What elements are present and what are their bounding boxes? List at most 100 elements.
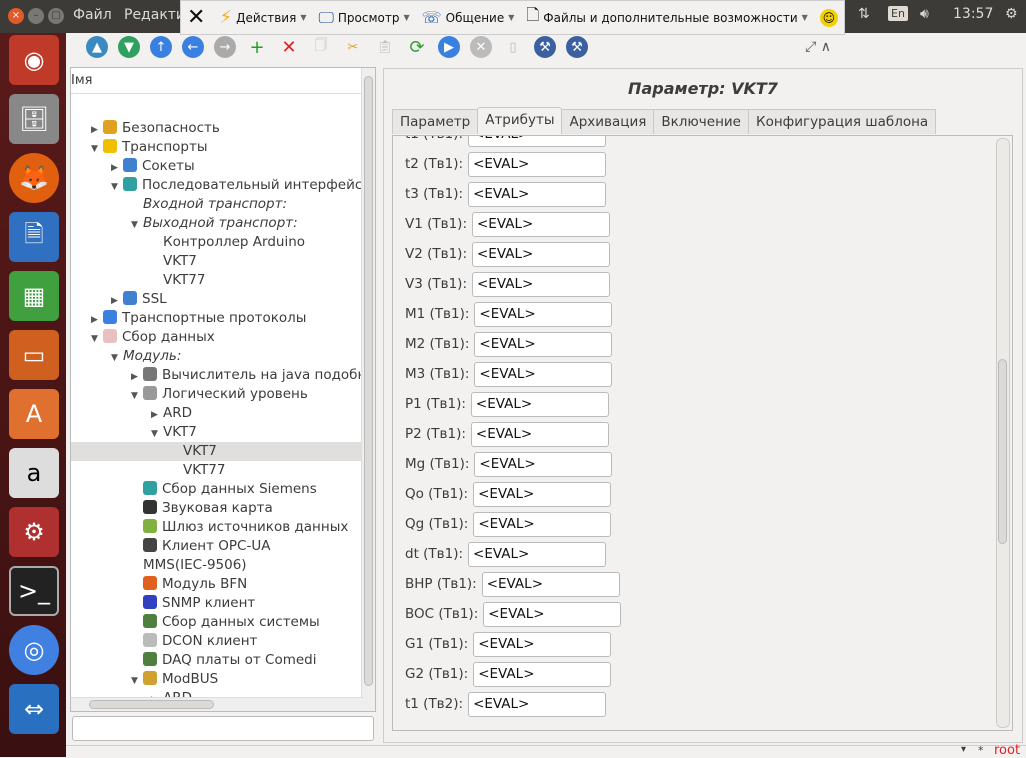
tree-item[interactable]: ▶ SSL	[71, 290, 361, 309]
forward-icon[interactable]: →	[214, 36, 236, 58]
clock[interactable]: 13:57	[953, 6, 993, 22]
tree-item[interactable]: VKT77	[71, 461, 361, 480]
form-vertical-scrollbar[interactable]	[996, 138, 1010, 728]
tree-item[interactable]: VKT7	[71, 442, 361, 461]
delete-item-icon[interactable]: ✕	[278, 36, 300, 58]
firefox-icon[interactable]: 🦊	[9, 153, 59, 203]
add-item-icon[interactable]: +	[246, 36, 268, 58]
tree-item[interactable]: Контроллер Arduino	[71, 233, 361, 252]
attribute-input[interactable]: <EVAL>	[468, 691, 607, 717]
attribute-input[interactable]: <EVAL>	[472, 271, 610, 297]
tab-1[interactable]: Атрибуты	[477, 107, 563, 134]
tree-item[interactable]: DAQ платы от Comedi	[71, 651, 361, 670]
tree-item[interactable]: ▼ ModBUS	[71, 670, 361, 689]
tab-3[interactable]: Включение	[653, 109, 749, 134]
calc-icon[interactable]: ▦	[9, 271, 59, 321]
tab-2[interactable]: Архивация	[561, 109, 655, 134]
info-icon[interactable]: ▯	[502, 36, 524, 58]
terminal-icon[interactable]: >_	[9, 566, 59, 616]
tree-item[interactable]: Клиент OPC-UA	[71, 537, 361, 556]
collapse-icon[interactable]: ⤢ ∧	[805, 39, 831, 55]
back-icon[interactable]: ←	[182, 36, 204, 58]
tab-4[interactable]: Конфигурация шаблона	[747, 109, 937, 134]
tree-item[interactable]: ▼ Логический уровень	[71, 385, 361, 404]
tree-item[interactable]: ▼ Транспорты	[71, 138, 361, 157]
attribute-input[interactable]: <EVAL>	[474, 331, 613, 357]
tool1-icon[interactable]: ⚒	[534, 36, 556, 58]
tree-item[interactable]: SNMP клиент	[71, 594, 361, 613]
db-load-icon[interactable]: ▲	[86, 36, 108, 58]
status-dropdown[interactable]: ▾	[961, 744, 966, 755]
attribute-input[interactable]: <EVAL>	[468, 151, 607, 177]
tree-item[interactable]: ▶ Сокеты	[71, 157, 361, 176]
attribute-input[interactable]: <EVAL>	[473, 661, 612, 687]
attribute-input[interactable]: <EVAL>	[472, 241, 610, 267]
copy-icon[interactable]: 🗍	[310, 36, 332, 58]
attribute-input[interactable]: <EVAL>	[473, 511, 612, 537]
paste-icon[interactable]: 📋︎	[374, 36, 396, 58]
volume-icon[interactable]: 🔊︎	[920, 6, 929, 22]
tree-item[interactable]: ▼ Модуль:	[71, 347, 361, 366]
attribute-input[interactable]: <EVAL>	[468, 541, 607, 567]
tree-item[interactable]: ▶ARD	[71, 404, 361, 423]
tree-item[interactable]: VKT77	[71, 271, 361, 290]
tree-item[interactable]: Входной транспорт:	[71, 195, 361, 214]
writer-icon[interactable]: 🗎	[9, 212, 59, 262]
cut-icon[interactable]: ✂	[342, 36, 364, 58]
files-menu[interactable]: 🗋 Файлы и дополнительные возможности ▼	[526, 4, 807, 31]
attribute-input[interactable]: <EVAL>	[473, 481, 612, 507]
settings-icon[interactable]: ⚙	[9, 507, 59, 557]
impress-icon[interactable]: ▭	[9, 330, 59, 380]
teamviewer-icon[interactable]: ⇔	[9, 684, 59, 734]
minimize-button[interactable]: –	[28, 8, 44, 24]
communication-menu[interactable]: ☏ Общение ▼	[422, 8, 515, 27]
tree-item[interactable]: ▼ Выходной транспорт:	[71, 214, 361, 233]
attribute-input[interactable]: <EVAL>	[474, 301, 613, 327]
attribute-input[interactable]: <EVAL>	[483, 601, 622, 627]
tree-item[interactable]: VKT7	[71, 252, 361, 271]
tree-filter-input[interactable]	[72, 716, 374, 741]
close-window-button[interactable]: ×	[8, 8, 24, 24]
network-icon[interactable]: ⇅	[858, 6, 870, 22]
tree-item[interactable]: Шлюз источников данных	[71, 518, 361, 537]
ubuntu-icon[interactable]: ◉	[9, 35, 59, 85]
tree-item[interactable]: Модуль BFN	[71, 575, 361, 594]
start-icon[interactable]: ▶	[438, 36, 460, 58]
software-center-icon[interactable]: A	[9, 389, 59, 439]
tree-item[interactable]: Сбор данных системы	[71, 613, 361, 632]
tree-header[interactable]: Імя	[71, 68, 375, 94]
tree-item[interactable]: ▶ Безопасность	[71, 119, 361, 138]
smiley-icon[interactable]: ☺	[819, 8, 838, 27]
close-icon[interactable]: ✕	[187, 5, 205, 30]
tree-item[interactable]: ▼ Последовательный интерфейс	[71, 176, 362, 195]
tab-0[interactable]: Параметр	[392, 109, 479, 134]
attribute-input[interactable]: <EVAL>	[474, 451, 613, 477]
tree-item[interactable]: ▶ Транспортные протоколы	[71, 309, 361, 328]
up-icon[interactable]: ↑	[150, 36, 172, 58]
gear-icon[interactable]: ⚙	[1005, 6, 1018, 22]
db-save-icon[interactable]: ▼	[118, 36, 140, 58]
tree-vertical-scrollbar[interactable]	[361, 68, 375, 711]
status-user[interactable]: root	[994, 743, 1020, 758]
amazon-icon[interactable]: a	[9, 448, 59, 498]
tree-item[interactable]: ▶ Вычислитель на java подобн	[71, 366, 366, 385]
attribute-input[interactable]: <EVAL>	[473, 631, 612, 657]
tool2-icon[interactable]: ⚒	[566, 36, 588, 58]
attribute-input[interactable]: <EVAL>	[470, 421, 609, 447]
attribute-input[interactable]: <EVAL>	[468, 181, 607, 207]
attribute-input[interactable]: <EVAL>	[472, 211, 610, 237]
tree-item[interactable]: ▼ VKT7	[71, 423, 361, 442]
attribute-input[interactable]: <EVAL>	[470, 391, 609, 417]
tree-item[interactable]: Звуковая карта	[71, 499, 361, 518]
attribute-input[interactable]: <EVAL>	[481, 571, 620, 597]
tree-item[interactable]: Сбор данных Siemens	[71, 480, 361, 499]
tree-item[interactable]: MMS(IEC-9506)	[71, 556, 361, 575]
stop-icon[interactable]: ✕	[470, 36, 492, 58]
tree-item[interactable]: DCON клиент	[71, 632, 361, 651]
menu-edit[interactable]: Редакти	[124, 7, 185, 23]
chromium-icon[interactable]: ◎	[9, 625, 59, 675]
menu-file[interactable]: Файл	[73, 7, 112, 23]
attribute-input[interactable]: <EVAL>	[474, 361, 613, 387]
keyboard-layout[interactable]: En	[888, 6, 908, 21]
tree-horizontal-scrollbar[interactable]	[71, 697, 363, 711]
